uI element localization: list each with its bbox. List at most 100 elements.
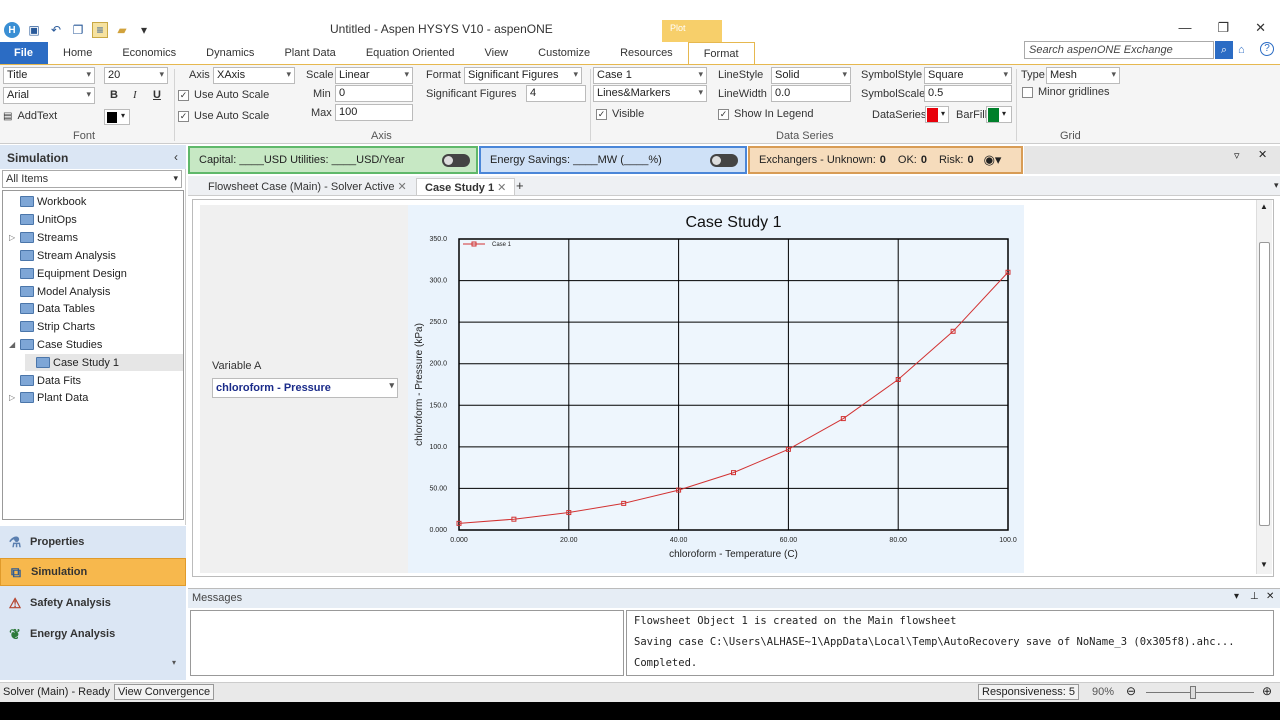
undo-icon[interactable]: ↶ <box>48 22 64 38</box>
scroll-down-icon[interactable]: ▼ <box>1260 560 1268 569</box>
linewidth-input[interactable]: 0.0 <box>771 85 851 102</box>
close-tab-icon[interactable]: ✕ <box>497 182 506 194</box>
add-tab-icon[interactable]: + <box>508 178 532 195</box>
tree-item-model-analysis[interactable]: Model Analysis <box>9 283 110 300</box>
messages-close-icon[interactable]: ✕ <box>1266 591 1274 602</box>
save-icon[interactable]: ▣ <box>26 22 42 38</box>
properties-button[interactable]: ⚗ Properties <box>0 528 186 556</box>
energy-panel[interactable]: Energy Savings: ____MW (____%) <box>479 146 747 174</box>
vertical-scrollbar[interactable]: ▲ ▼ <box>1256 200 1272 574</box>
expand-icon[interactable]: ▷ <box>9 393 17 402</box>
tree-item-equipment-design[interactable]: Equipment Design <box>9 265 127 282</box>
customize-qat-icon[interactable]: ▾ <box>136 22 152 38</box>
tree-item-plant-data[interactable]: ▷ Plant Data <box>9 389 88 406</box>
economics-panel[interactable]: Capital: ____USD Utilities: ____USD/Year <box>188 146 478 174</box>
panel-dropdown-icon[interactable]: ▿ <box>1234 149 1240 162</box>
tree-item-stream-analysis[interactable]: Stream Analysis <box>9 247 116 264</box>
show-in-legend-checkbox[interactable]: ✓ Show In Legend <box>718 108 814 120</box>
minimize-icon[interactable]: — <box>1178 20 1191 36</box>
minor-gridlines-checkbox[interactable]: Minor gridlines <box>1022 86 1110 98</box>
safety-analysis-button[interactable]: ⚠ Safety Analysis <box>0 589 186 617</box>
symbolstyle-select[interactable]: Square <box>924 67 1012 84</box>
home-icon[interactable]: ⌂ <box>1238 44 1245 56</box>
zoom-slider-thumb[interactable] <box>1190 686 1196 699</box>
max-input[interactable]: 100 <box>335 104 413 121</box>
scroll-thumb[interactable] <box>1259 242 1270 526</box>
tree-item-case-studies[interactable]: ◢ Case Studies <box>9 336 102 353</box>
tab-home[interactable]: Home <box>48 42 107 64</box>
close-tab-icon[interactable]: ✕ <box>398 181 407 193</box>
barfill-color-picker[interactable]: ▾ <box>986 106 1012 123</box>
help-icon[interactable]: ? <box>1260 42 1274 56</box>
tree-item-streams[interactable]: ▷ Streams <box>9 229 78 246</box>
min-input[interactable]: 0 <box>335 85 413 102</box>
expand-icon[interactable]: ▷ <box>9 233 17 242</box>
nav-filter-select[interactable]: All Items <box>2 170 182 188</box>
use-auto-scale-checkbox-1[interactable]: ✓ Use Auto Scale <box>178 89 269 101</box>
tab-format[interactable]: Format <box>687 42 755 64</box>
scale-select[interactable]: Linear <box>335 67 413 84</box>
underline-button[interactable]: U <box>153 89 161 101</box>
collapse-icon[interactable]: ◢ <box>9 340 17 349</box>
collapse-pane-icon[interactable]: ‹ <box>174 150 178 164</box>
hysys-logo-icon[interactable]: H <box>4 22 20 38</box>
font-family-select[interactable]: Arial <box>3 87 95 104</box>
font-size-select[interactable]: 20 <box>104 67 168 84</box>
tab-case-study-1[interactable]: Case Study 1 ✕ <box>416 178 516 195</box>
axis-select[interactable]: XAxis <box>213 67 295 84</box>
view-convergence-button[interactable]: View Convergence <box>114 684 215 700</box>
case-select[interactable]: Case 1 <box>593 67 707 84</box>
tab-economics[interactable]: Economics <box>107 42 191 64</box>
use-auto-scale-checkbox-2[interactable]: ✓ Use Auto Scale <box>178 110 269 122</box>
search-icon[interactable]: ⌕ <box>1215 41 1233 59</box>
panel-close-icon[interactable]: ✕ <box>1258 148 1267 161</box>
tree-item-data-tables[interactable]: Data Tables <box>9 300 95 317</box>
pin-icon[interactable]: ⊥ <box>1250 591 1259 602</box>
tab-plant-data[interactable]: Plant Data <box>269 42 350 64</box>
visible-checkbox[interactable]: ✓ Visible <box>596 108 644 120</box>
zoom-out-icon[interactable]: ⊖ <box>1126 684 1136 698</box>
format-select[interactable]: Significant Figures <box>464 67 582 84</box>
exchangers-panel[interactable]: Exchangers - Unknown: 0 OK: 0 Risk: 0 ◉▾ <box>748 146 1023 174</box>
search-input[interactable]: Search aspenONE Exchange <box>1024 41 1214 59</box>
copy-icon[interactable]: ❐ <box>70 22 86 38</box>
tab-flowsheet-case[interactable]: Flowsheet Case (Main) - Solver Active ✕ <box>200 178 415 195</box>
italic-button[interactable]: I <box>133 89 137 101</box>
notes-icon[interactable]: ≡ <box>92 22 108 38</box>
close-icon[interactable]: ✕ <box>1255 20 1266 36</box>
scroll-up-icon[interactable]: ▲ <box>1260 202 1268 211</box>
tab-view[interactable]: View <box>469 42 523 64</box>
dataseries-color-picker[interactable]: ▾ <box>925 106 949 123</box>
tree-item-unitops[interactable]: UnitOps <box>9 211 77 228</box>
tab-resources[interactable]: Resources <box>605 42 688 64</box>
zoom-slider[interactable] <box>1146 692 1254 693</box>
sigfig-input[interactable]: 4 <box>526 85 586 102</box>
responsiveness-button[interactable]: Responsiveness: 5 <box>978 684 1079 700</box>
tree-item-workbook[interactable]: Workbook <box>9 193 86 210</box>
symbolscale-input[interactable]: 0.5 <box>924 85 1012 102</box>
add-text-button[interactable]: ▤ AddText <box>3 110 57 122</box>
text-element-select[interactable]: Title <box>3 67 95 84</box>
bold-button[interactable]: B <box>110 89 118 101</box>
tab-list-icon[interactable]: ▾ <box>1266 178 1280 195</box>
tab-file[interactable]: File <box>0 42 48 64</box>
linestyle-select[interactable]: Solid <box>771 67 851 84</box>
tree-item-strip-charts[interactable]: Strip Charts <box>9 318 95 335</box>
restore-icon[interactable]: ❐ <box>1217 20 1229 36</box>
more-buttons-icon[interactable]: ▾ <box>172 658 176 667</box>
simulation-button[interactable]: ⧉ Simulation <box>0 558 186 586</box>
tree-item-case-study-1[interactable]: Case Study 1 <box>25 354 183 371</box>
zoom-in-icon[interactable]: ⊕ <box>1262 684 1272 698</box>
variable-a-select[interactable]: chloroform - Pressure <box>212 378 398 398</box>
font-color-picker[interactable]: ▾ <box>104 109 130 125</box>
grid-type-select[interactable]: Mesh <box>1046 67 1120 84</box>
energy-toggle[interactable] <box>710 154 738 167</box>
messages-dropdown-icon[interactable]: ▾ <box>1234 591 1239 602</box>
exchanger-options-icon[interactable]: ◉▾ <box>984 152 1002 168</box>
tab-dynamics[interactable]: Dynamics <box>191 42 269 64</box>
series-mode-select[interactable]: Lines&Markers <box>593 85 707 102</box>
open-icon[interactable]: ▰ <box>114 22 130 38</box>
energy-analysis-button[interactable]: ❦ Energy Analysis <box>0 620 186 648</box>
economics-toggle[interactable] <box>442 154 470 167</box>
tab-equation-oriented[interactable]: Equation Oriented <box>351 42 470 64</box>
